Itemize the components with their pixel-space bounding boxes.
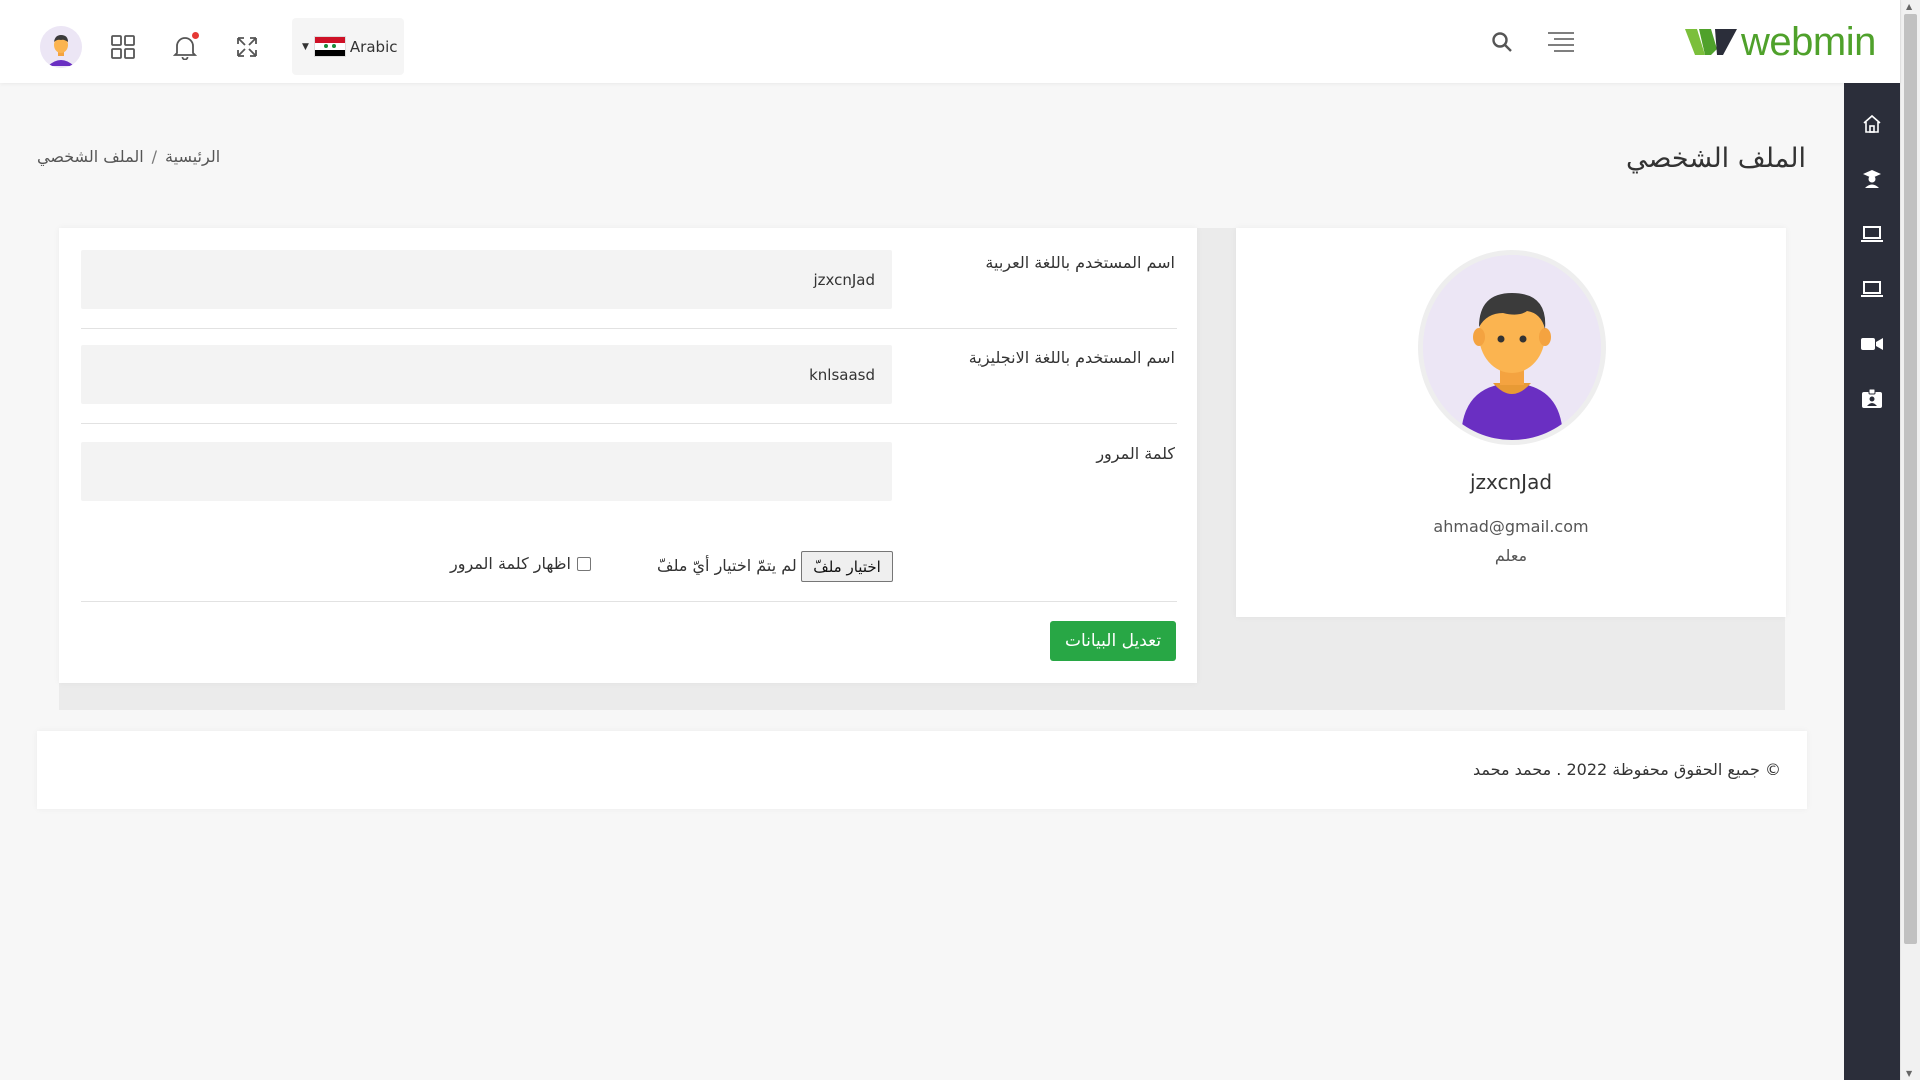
show-password-label: اظهار كلمة المرور [450,554,571,573]
english-name-input[interactable] [81,345,892,404]
breadcrumb-current: الملف الشخصي [37,147,144,166]
profile-name: jzxcnJad [1469,470,1553,494]
english-name-label: اسم المستخدم باللغة الانجليزية [968,348,1175,367]
sidebar-item-ids[interactable] [1844,371,1900,426]
notification-badge [192,31,199,39]
password-input[interactable] [81,442,892,501]
show-password-checkbox[interactable] [576,556,591,571]
id-card-icon [1862,388,1882,408]
breadcrumb-separator: / [151,147,158,166]
header-actions: ▼ Arabic [40,18,404,75]
sidebar-item-videos[interactable] [1844,316,1900,371]
graduate-icon [1863,169,1881,188]
sidebar-item-lessons[interactable] [1844,261,1900,316]
sidebar-item-home[interactable] [1844,96,1900,151]
language-label: Arabic [349,37,398,56]
password-label: كلمة المرور [1096,444,1175,463]
file-status-text: لم يتمّ اختيار أيّ ملفّ [657,556,797,575]
syria-flag-icon [313,36,346,57]
laptop-icon [1861,225,1883,242]
scroll-down-arrow-icon[interactable]: ▼ [1906,1069,1912,1078]
profile-email: ahmad@gmail.com [1433,517,1589,536]
right-sidebar [1844,83,1900,1080]
arabic-name-input[interactable] [81,250,892,309]
scroll-up-arrow-icon[interactable]: ▲ [1906,2,1912,11]
profile-role: معلم [1494,546,1528,565]
divider [81,423,1177,424]
profile-avatar [1418,250,1606,445]
page-title: الملف الشخصي [1626,143,1806,174]
breadcrumb: الرئيسية / الملف الشخصي [37,147,220,166]
footer: © جميع الحقوق محفوظة 2022 . محمد محمد [37,731,1807,809]
laptop-icon [1861,280,1883,297]
fullscreen-icon[interactable] [216,24,278,70]
profile-card: jzxcnJad ahmad@gmail.com معلم [1236,228,1786,617]
video-camera-icon [1861,337,1883,350]
show-password-toggle[interactable]: اظهار كلمة المرور [450,554,591,573]
notifications-bell-icon[interactable] [154,24,216,70]
brand-name: webmin [1741,20,1876,64]
language-selector[interactable]: ▼ Arabic [292,18,404,75]
webmin-logo-icon [1685,29,1737,55]
vertical-scrollbar[interactable]: ▲ ▼ [1900,0,1920,1080]
copyright-text: © جميع الحقوق محفوظة 2022 . محمد محمد [1473,760,1781,779]
choose-file-button[interactable]: اختيار ملفّ [801,551,893,582]
apps-grid-icon[interactable] [92,24,154,70]
divider [81,601,1177,602]
scrollbar-thumb[interactable] [1904,14,1917,944]
profile-form: اسم المستخدم باللغة العربية اسم المستخدم… [59,228,1197,683]
sidebar-item-teachers[interactable] [1844,151,1900,206]
caret-down-icon: ▼ [302,41,309,52]
top-header: ▼ Arabic webmin [0,0,1900,83]
update-data-button[interactable]: تعديل البيانات [1050,621,1176,661]
divider [81,328,1177,329]
user-avatar[interactable] [40,25,82,68]
home-icon [1863,114,1881,133]
search-icon[interactable] [1490,30,1514,58]
menu-toggle-icon[interactable] [1546,30,1576,58]
breadcrumb-home-link[interactable]: الرئيسية [165,147,220,166]
brand-logo[interactable]: webmin [1685,22,1876,62]
sidebar-item-courses[interactable] [1844,206,1900,261]
arabic-name-label: اسم المستخدم باللغة العربية [985,253,1175,272]
